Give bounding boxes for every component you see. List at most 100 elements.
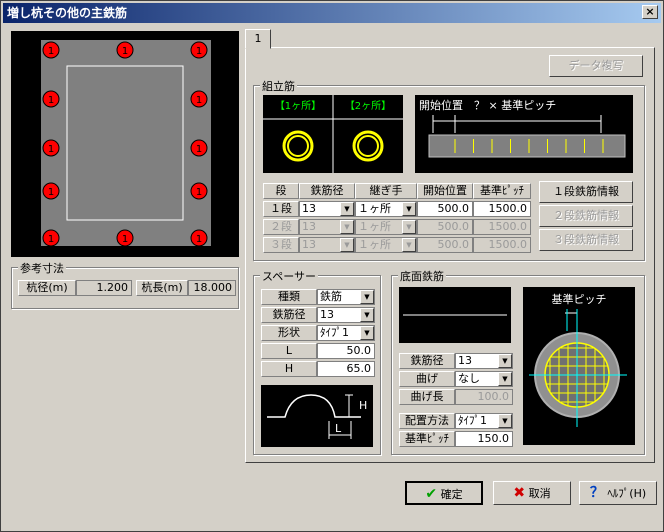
kumitate-title: 組立筋 (260, 78, 297, 94)
spacer-field-label: 種類 (261, 289, 317, 305)
rebar-diameter-select[interactable]: 13 ▼ (299, 237, 355, 253)
bottom-pitch-label: 基準ピッチ (552, 292, 607, 306)
base-pitch-input[interactable]: 1500.0 (473, 237, 531, 253)
rebar-info-button-1[interactable]: １段鉄筋情報 (539, 181, 633, 203)
rebar-diameter-select[interactable]: 13 ▼ (299, 201, 355, 217)
bottom-plan-diagram: 基準ピッチ (523, 287, 635, 445)
bottom-field-label: 曲げ長 (399, 389, 455, 405)
help-button[interactable]: ？ ﾍﾙﾌﾟ(H) (579, 481, 657, 505)
rebar-marker-number: 1 (196, 234, 202, 245)
table-header: 基準ﾋﾟｯﾁ (473, 183, 531, 199)
bend-length-input[interactable]: 100.0 (455, 389, 513, 405)
spacer-shape-diagram: H L (261, 385, 373, 447)
table-header: 開始位置 (417, 183, 473, 199)
spacer-input[interactable]: 50.0 (317, 343, 375, 359)
bottom-select[interactable]: なし ▼ (455, 371, 513, 387)
spacer-input[interactable]: 65.0 (317, 361, 375, 377)
joint-diagram: 【1ヶ所】 【2ヶ所】 (263, 95, 403, 173)
bottom-field-label: 曲げ (399, 371, 455, 387)
chevron-down-icon[interactable]: ▼ (402, 202, 416, 216)
chevron-down-icon[interactable]: ▼ (340, 202, 354, 216)
help-question-icon: ？ (589, 485, 604, 501)
spacer-field-label: 形状 (261, 325, 317, 341)
table-header: 鉄筋径 (299, 183, 355, 199)
rebar-diameter-select-value: 13 (302, 220, 316, 233)
spacer-field-label: L (261, 343, 317, 359)
pile-length-value: 18.000 (188, 280, 236, 296)
kijun-pitch-input[interactable]: 150.0 (455, 431, 513, 447)
pile-bar (428, 134, 626, 158)
rebar-marker-number: 1 (48, 46, 54, 57)
rebar-diameter-select-value: 13 (302, 238, 316, 251)
joint-select-value: １ヶ所 (358, 202, 391, 215)
bottom-plan-drawing: 基準ピッチ (529, 292, 627, 427)
spacer-field-label: H (261, 361, 317, 377)
data-copy-button[interactable]: データ複写 (549, 55, 643, 77)
kijun-pitch-label: 基準ﾋﾟｯﾁ (399, 431, 455, 447)
spacer-select[interactable]: 鉄筋 ▼ (317, 289, 375, 305)
chevron-down-icon[interactable]: ▼ (498, 354, 512, 368)
chevron-down-icon[interactable]: ▼ (498, 414, 512, 428)
bottom-select[interactable]: 13 ▼ (455, 353, 513, 369)
pile-length-label: 杭長(m) (136, 280, 188, 296)
rebar-marker-number: 1 (196, 144, 202, 155)
spacer-h-label: H (359, 399, 367, 412)
joint-select[interactable]: １ヶ所 ▼ (355, 201, 417, 217)
rebar-diameter-select-value: 13 (302, 202, 316, 215)
haichi-label: 配置方法 (399, 413, 455, 429)
chevron-down-icon[interactable]: ▼ (402, 220, 416, 234)
rebar-marker-number: 1 (48, 234, 54, 245)
bottom-select-value: なし (458, 372, 480, 385)
rebar-info-button-2[interactable]: ２段鉄筋情報 (539, 205, 633, 227)
base-pitch-input[interactable]: 1500.0 (473, 201, 531, 217)
ok-button[interactable]: ✔ 確定 (405, 481, 483, 505)
rebar-marker-number: 1 (196, 46, 202, 57)
reference-group: 参考寸法 杭径(m) 1.200 杭長(m) 18.000 (11, 260, 239, 309)
one-joint-label: 【1ヶ所】 (275, 100, 321, 112)
bottom-field-label: 鉄筋径 (399, 353, 455, 369)
close-button[interactable]: × (642, 5, 658, 19)
joint-select[interactable]: １ヶ所 ▼ (355, 237, 417, 253)
ok-label: 確定 (440, 488, 463, 501)
joint-diagram-drawing: 【1ヶ所】 【2ヶ所】 (263, 95, 403, 173)
chevron-down-icon[interactable]: ▼ (340, 238, 354, 252)
chevron-down-icon[interactable]: ▼ (360, 326, 374, 340)
rebar-diameter-select[interactable]: 13 ▼ (299, 219, 355, 235)
table-header: 継ぎ手 (355, 183, 417, 199)
spacer-select[interactable]: ﾀｲﾌﾟ1 ▼ (317, 325, 375, 341)
rebar-marker-number: 1 (48, 187, 54, 198)
two-joint-label: 【2ヶ所】 (345, 100, 391, 112)
title-bar: 増し杭その他の主鉄筋 × (3, 3, 661, 23)
chevron-down-icon[interactable]: ▼ (360, 308, 374, 322)
pitch-caption: 開始位置 ？ × 基準ピッチ (419, 98, 556, 112)
row-label-dan: １段 (263, 201, 299, 217)
joint-select[interactable]: １ヶ所 ▼ (355, 219, 417, 235)
reference-title: 参考寸法 (18, 260, 66, 276)
joint-select-value: １ヶ所 (358, 220, 391, 233)
chevron-down-icon[interactable]: ▼ (402, 238, 416, 252)
chevron-down-icon[interactable]: ▼ (498, 372, 512, 386)
chevron-down-icon[interactable]: ▼ (340, 220, 354, 234)
help-label: ﾍﾙﾌﾟ(H) (607, 487, 647, 500)
bottom-side-diagram (399, 287, 511, 343)
haichi-select[interactable]: ﾀｲﾌﾟ1 ▼ (455, 413, 513, 429)
start-position-input[interactable]: 500.0 (417, 219, 473, 235)
rebar-info-button-3[interactable]: ３段鉄筋情報 (539, 229, 633, 251)
base-pitch-input[interactable]: 1500.0 (473, 219, 531, 235)
pile-plan-view: 1 1 1 1 1 1 1 1 1 1 1 1 (11, 31, 239, 257)
chevron-down-icon[interactable]: ▼ (360, 290, 374, 304)
spacer-select-value: ﾀｲﾌﾟ1 (320, 326, 349, 339)
row-label-dan: ３段 (263, 237, 299, 253)
rebar-marker-number: 1 (122, 46, 128, 57)
rebar-marker-number: 1 (48, 144, 54, 155)
cancel-x-icon: ✖ (513, 485, 526, 501)
rebar-marker-number: 1 (196, 187, 202, 198)
start-position-input[interactable]: 500.0 (417, 237, 473, 253)
spacer-select[interactable]: 13 ▼ (317, 307, 375, 323)
rebar-marker-number: 1 (48, 95, 54, 106)
tab-1[interactable]: 1 (245, 29, 271, 49)
cancel-button[interactable]: ✖ 取消 (493, 481, 571, 505)
table-header: 段 (263, 183, 299, 199)
spacer-field-label: 鉄筋径 (261, 307, 317, 323)
start-position-input[interactable]: 500.0 (417, 201, 473, 217)
